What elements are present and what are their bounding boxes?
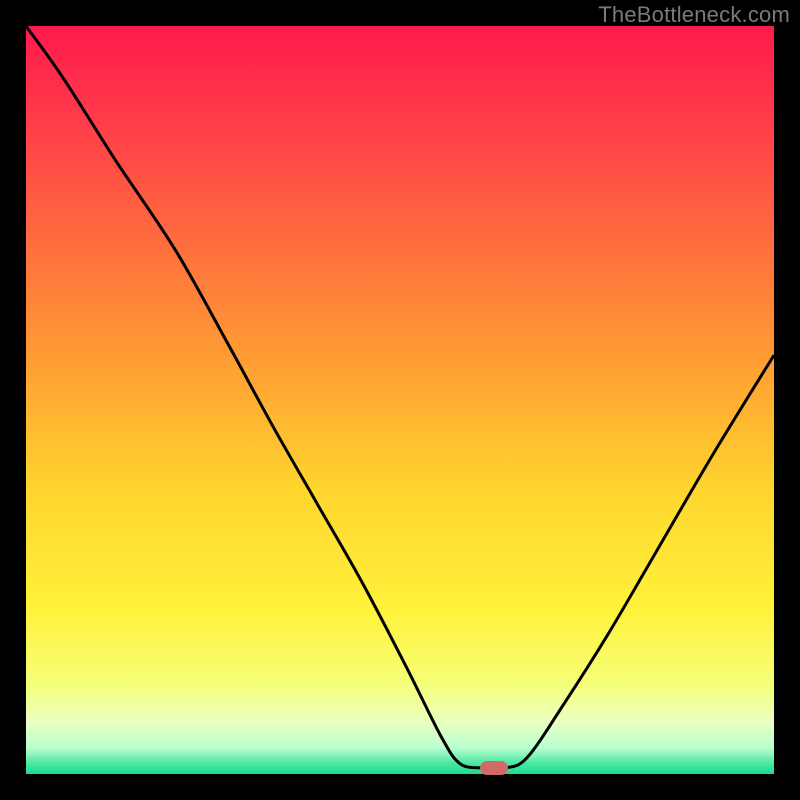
plot-svg — [26, 26, 774, 774]
watermark-text: TheBottleneck.com — [598, 2, 790, 28]
plot-area — [26, 26, 774, 774]
gradient-background — [26, 26, 774, 774]
chart-frame: TheBottleneck.com — [0, 0, 800, 800]
optimal-marker — [480, 761, 508, 775]
